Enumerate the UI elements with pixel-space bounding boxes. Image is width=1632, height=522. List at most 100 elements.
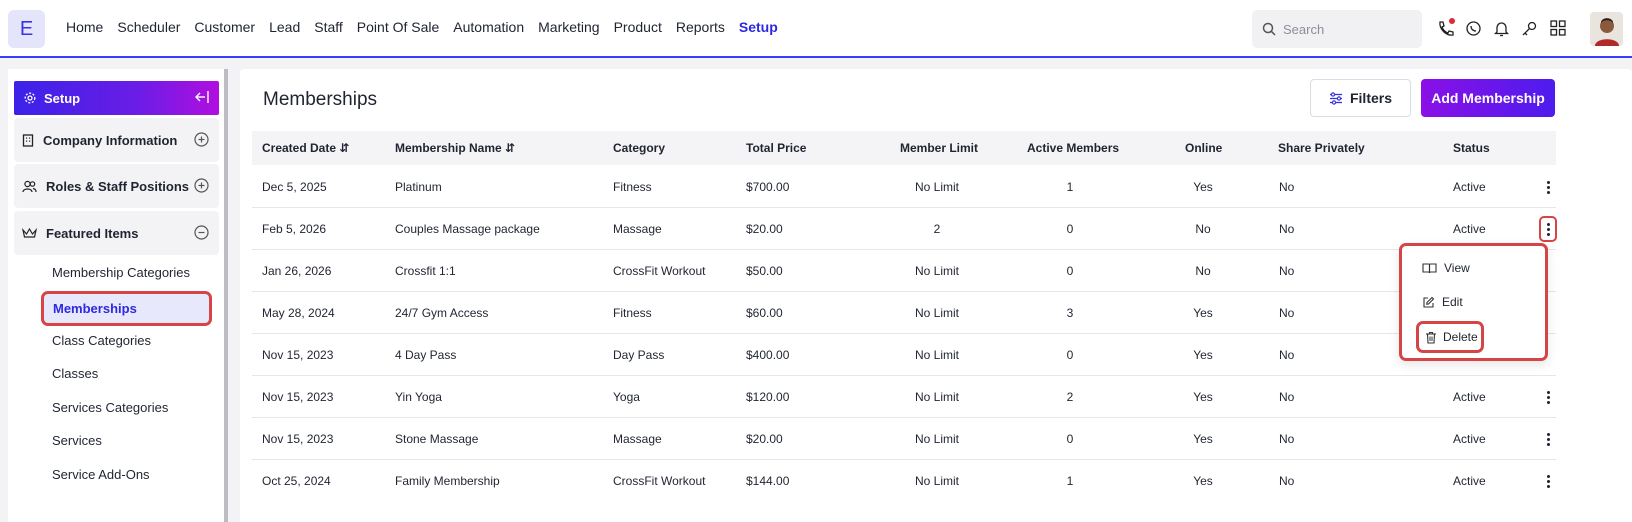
nav-scheduler[interactable]: Scheduler — [117, 19, 180, 35]
menu-item-delete[interactable]: Delete — [1416, 321, 1484, 353]
expand-plus-icon[interactable] — [194, 132, 209, 147]
cell-member-limit: 2 — [933, 222, 941, 236]
cell-online: Yes — [1193, 306, 1213, 320]
search-input[interactable] — [1283, 21, 1403, 37]
column-header-total-price: Total Price — [746, 141, 807, 155]
table-row[interactable]: May 28, 2024 24/7 Gym Access Fitness $60… — [252, 292, 1556, 334]
table-row[interactable]: Oct 25, 2024 Family Membership CrossFit … — [252, 460, 1556, 502]
table-row[interactable]: Nov 15, 2023 Yin Yoga Yoga $120.00 No Li… — [252, 376, 1556, 418]
table-row[interactable]: Nov 15, 2023 Stone Massage Massage $20.0… — [252, 418, 1556, 460]
cell-share-privately: No — [1279, 306, 1295, 320]
table-row[interactable]: Jan 26, 2026 Crossfit 1:1 CrossFit Worko… — [252, 250, 1556, 292]
cell-category: Massage — [613, 222, 662, 236]
sidebar-header: Setup — [14, 81, 219, 115]
cell-status: Active — [1453, 390, 1486, 404]
sidebar-item-classes[interactable]: Classes — [52, 366, 98, 381]
nav-staff[interactable]: Staff — [314, 19, 343, 35]
column-header-membership-name[interactable]: Membership Name ⇵ — [395, 141, 515, 155]
cell-membership-name: Platinum — [395, 180, 442, 194]
section-label: Featured Items — [46, 225, 139, 241]
cell-created-date: Dec 5, 2025 — [262, 180, 327, 194]
row-actions-icon[interactable] — [1541, 472, 1555, 490]
sidebar-item-membership-categories[interactable]: Membership Categories — [52, 265, 190, 280]
whatsapp-icon[interactable] — [1464, 18, 1483, 38]
add-membership-button[interactable]: Add Membership — [1421, 79, 1555, 117]
cell-active-members: 0 — [1066, 222, 1074, 236]
row-actions-icon[interactable] — [1541, 178, 1555, 196]
cell-status: Active — [1453, 432, 1486, 446]
edit-icon — [1423, 296, 1435, 308]
section-company-information[interactable]: Company Information — [14, 118, 219, 162]
user-avatar[interactable] — [1590, 12, 1623, 46]
nav-customer[interactable]: Customer — [194, 19, 255, 35]
sort-icon[interactable]: ⇵ — [505, 141, 515, 155]
cell-total-price: $60.00 — [746, 306, 783, 320]
bell-icon[interactable] — [1492, 18, 1511, 38]
column-header-share-privately: Share Privately — [1278, 141, 1365, 155]
column-header-created-date[interactable]: Created Date ⇵ — [262, 141, 349, 155]
nav-reports[interactable]: Reports — [676, 19, 725, 35]
apps-grid-icon[interactable] — [1548, 18, 1567, 38]
cell-created-date: Feb 5, 2026 — [262, 222, 327, 236]
cell-active-members: 2 — [1066, 390, 1074, 404]
cell-category: CrossFit Workout — [613, 264, 706, 278]
users-icon — [22, 180, 37, 192]
cell-total-price: $50.00 — [746, 264, 783, 278]
nav-marketing[interactable]: Marketing — [538, 19, 599, 35]
key-icon[interactable] — [1520, 18, 1539, 38]
menu-item-edit[interactable]: Edit — [1422, 295, 1463, 309]
cell-created-date: Oct 25, 2024 — [262, 474, 331, 488]
sidebar-item-services[interactable]: Services — [52, 433, 102, 448]
section-roles-staff-positions[interactable]: Roles & Staff Positions — [14, 164, 219, 208]
page-title: Memberships — [263, 89, 378, 110]
building-icon — [22, 133, 34, 147]
table-row[interactable]: Nov 15, 2023 4 Day Pass Day Pass $400.00… — [252, 334, 1556, 376]
nav-point-of-sale[interactable]: Point Of Sale — [357, 19, 440, 35]
cell-status: Active — [1453, 180, 1486, 194]
cell-total-price: $20.00 — [746, 222, 783, 236]
sidebar-item-service-add-ons[interactable]: Service Add-Ons — [52, 467, 150, 482]
table-row[interactable]: Feb 5, 2026 Couples Massage package Mass… — [252, 208, 1557, 250]
cell-share-privately: No — [1279, 432, 1295, 446]
expand-plus-icon[interactable] — [194, 178, 209, 193]
column-header-active-members: Active Members — [1027, 141, 1120, 155]
sort-icon[interactable]: ⇵ — [339, 141, 349, 155]
sidebar-item-memberships[interactable]: Memberships — [41, 291, 212, 326]
collapse-sidebar-icon[interactable] — [195, 90, 209, 104]
cell-member-limit: No Limit — [914, 348, 960, 362]
cell-share-privately: No — [1279, 390, 1295, 404]
nav-setup[interactable]: Setup — [739, 19, 778, 35]
row-actions-icon[interactable] — [1541, 430, 1555, 448]
cell-online: Yes — [1193, 474, 1213, 488]
cell-share-privately: No — [1279, 348, 1295, 362]
top-icons — [1436, 18, 1567, 38]
cell-created-date: May 28, 2024 — [262, 306, 335, 320]
section-featured-items[interactable]: Featured Items — [14, 211, 219, 255]
cell-active-members: 0 — [1066, 348, 1074, 362]
filters-button[interactable]: Filters — [1310, 79, 1411, 117]
cell-share-privately: No — [1279, 264, 1295, 278]
cell-category: CrossFit Workout — [613, 474, 706, 488]
sidebar-item-class-categories[interactable]: Class Categories — [52, 333, 151, 348]
cell-online: No — [1195, 222, 1211, 236]
nav-product[interactable]: Product — [614, 19, 662, 35]
menu-item-view[interactable]: View — [1422, 261, 1470, 275]
row-actions-icon[interactable] — [1539, 216, 1557, 242]
cell-created-date: Jan 26, 2026 — [262, 264, 332, 278]
sidebar-item-services-categories[interactable]: Services Categories — [52, 400, 168, 415]
row-actions-icon[interactable] — [1541, 388, 1555, 406]
collapse-minus-icon[interactable] — [194, 225, 209, 240]
search-box[interactable] — [1252, 10, 1422, 48]
nav-home[interactable]: Home — [66, 19, 103, 35]
phone-icon[interactable] — [1436, 18, 1455, 38]
app-logo[interactable]: E — [8, 10, 45, 48]
section-label: Company Information — [43, 132, 178, 148]
notification-dot — [1449, 18, 1455, 24]
cell-membership-name: Crossfit 1:1 — [395, 264, 456, 278]
table-row[interactable]: Dec 5, 2025 Platinum Fitness $700.00 No … — [252, 166, 1556, 208]
nav-lead[interactable]: Lead — [269, 19, 300, 35]
cell-active-members: 1 — [1066, 474, 1074, 488]
sidebar-title: Setup — [44, 90, 81, 106]
cell-total-price: $700.00 — [746, 180, 790, 194]
nav-automation[interactable]: Automation — [453, 19, 524, 35]
